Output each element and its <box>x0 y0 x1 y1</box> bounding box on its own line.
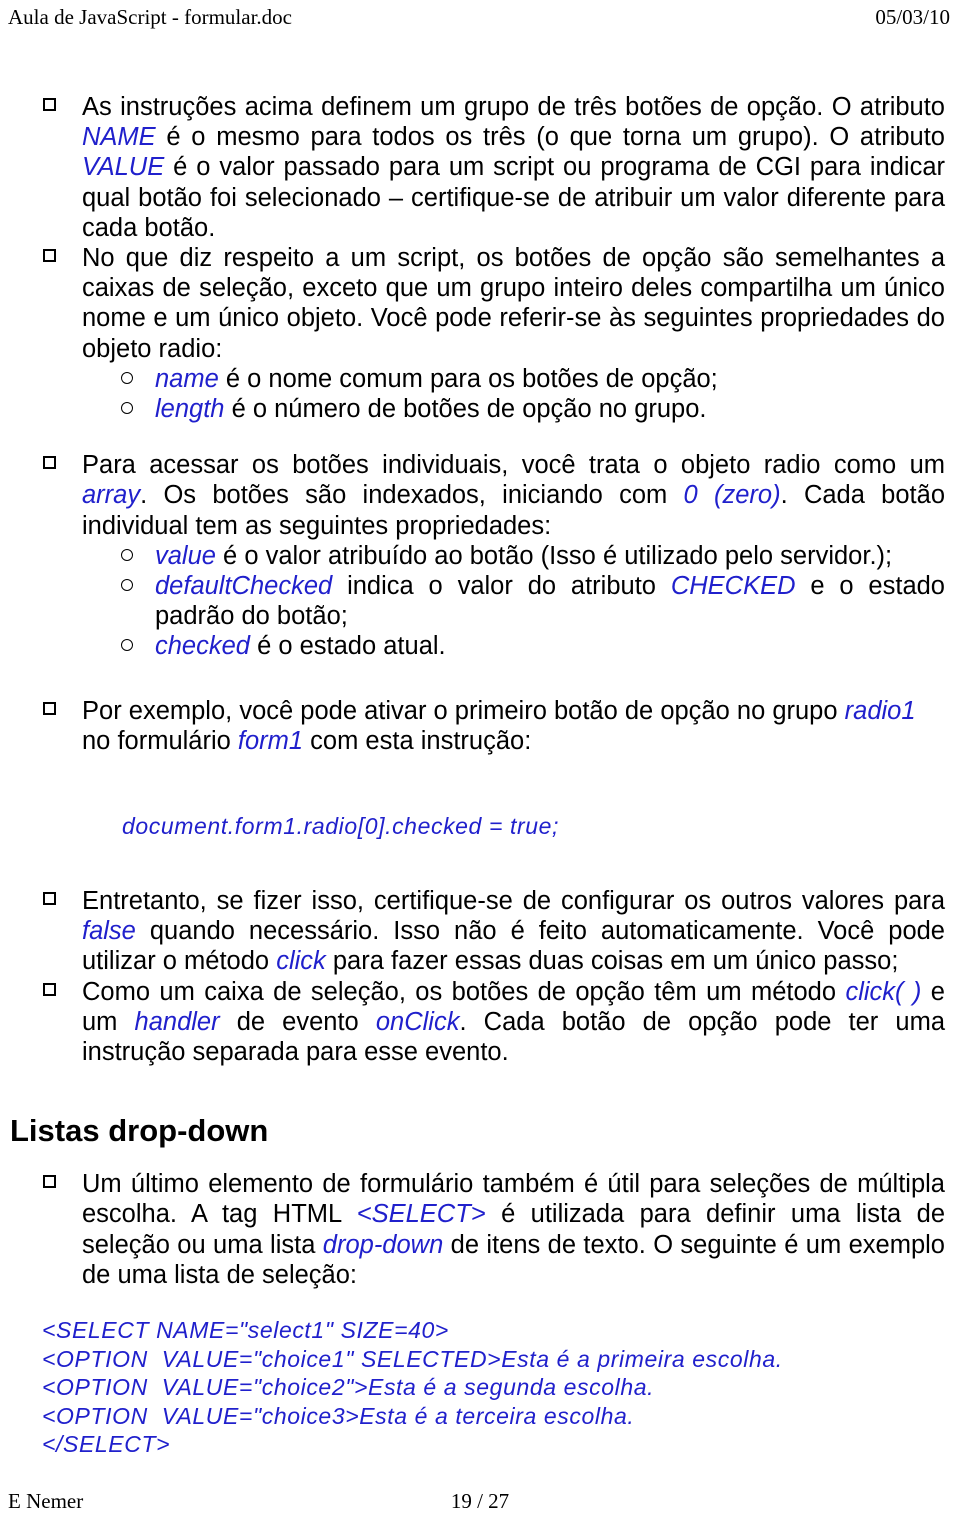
inline-code-click-method: click( ) <box>845 977 922 1006</box>
inline-code-length-prop: length <box>155 395 225 424</box>
inline-code-value: VALUE <box>82 153 165 182</box>
hollow-square-bullet-icon <box>43 1175 56 1189</box>
paragraph-text: As instruções acima definem um grupo de … <box>82 93 945 121</box>
document-content: As instruções acima definem um grupo de … <box>0 92 960 1459</box>
inline-code-form1: form1 <box>237 726 304 755</box>
paragraph-text: . Os botões são indexados, iniciando com <box>140 481 684 510</box>
inline-code-handler: handler <box>134 1007 220 1036</box>
hollow-square-bullet-icon <box>43 982 56 996</box>
hollow-square-bullet-icon <box>43 98 56 111</box>
hollow-square-bullet-icon <box>43 456 56 470</box>
paragraph-text: Para acessar os botões individuais, você… <box>82 451 945 480</box>
code-block-line: <OPTION VALUE="choice3>Esta é a terceira… <box>42 1402 635 1429</box>
paragraph-text: com esta instrução: <box>303 726 532 755</box>
paragraph-text: para fazer essas duas coisas em um único… <box>325 947 899 976</box>
list-item: Para acessar os botões individuais, você… <box>0 450 960 541</box>
code-block-line: <OPTION VALUE="choice2">Esta é a segunda… <box>42 1374 655 1401</box>
hollow-square-bullet-icon <box>43 892 56 906</box>
hollow-circle-bullet-icon <box>121 402 133 415</box>
code-block-line: <OPTION VALUE="choice1" SELECTED>Esta é … <box>42 1345 783 1372</box>
list-item: Um último elemento de formulário também … <box>0 1169 960 1290</box>
inline-code-zero: 0 (zero) <box>683 481 781 510</box>
hollow-circle-bullet-icon <box>121 548 133 561</box>
list-item: Como um caixa de seleção, os botões de o… <box>0 977 960 1068</box>
header-date: 05/03/10 <box>875 5 950 29</box>
paragraph-text: Por exemplo, você pode ativar o primeiro… <box>82 696 845 725</box>
code-statement: document.form1.radio[0].checked = true; <box>122 813 559 840</box>
paragraph-text: é o mesmo para todos os três (o que torn… <box>155 123 945 152</box>
inline-code-array: array <box>82 481 141 510</box>
code-block-line: <SELECT NAME="select1" SIZE=40> <box>42 1317 449 1344</box>
inline-code-dropdown: drop-down <box>322 1230 444 1259</box>
inline-code-name: NAME <box>82 123 156 152</box>
sub-list-item: name é o nome comum para os botões de op… <box>0 364 960 394</box>
paragraph-text: é o nome comum para os botões de opção; <box>218 364 718 393</box>
inline-code-checked-prop: checked <box>155 632 250 661</box>
paragraph-text: é o estado atual. <box>249 632 446 661</box>
section-heading: Listas drop-down <box>10 1113 269 1149</box>
code-block-line: </SELECT> <box>42 1431 171 1458</box>
paragraph-text: no formulário <box>82 726 238 755</box>
inline-code-name-prop: name <box>155 364 219 393</box>
sub-list-item: checked é o estado atual. <box>0 631 960 661</box>
paragraph-text: é o número de botões de opção no grupo. <box>224 395 707 424</box>
hollow-square-bullet-icon <box>43 249 56 263</box>
list-item: As instruções acima definem um grupo de … <box>0 92 960 243</box>
list-item: No que diz respeito a um script, os botõ… <box>0 243 960 364</box>
header-document-title: Aula de JavaScript - formular.doc <box>8 5 292 29</box>
list-item: Entretanto, se fizer isso, certifique-se… <box>0 886 960 977</box>
paragraph-text: é o valor atribuído ao botão (Isso é uti… <box>215 541 893 570</box>
inline-code-checked-attr: CHECKED <box>670 572 796 601</box>
list-item: Por exemplo, você pode ativar o primeiro… <box>0 696 960 756</box>
page-footer: E Nemer 19 / 27 <box>0 1488 960 1516</box>
hollow-circle-bullet-icon <box>121 639 133 652</box>
footer-page-number: 19 / 27 <box>450 1489 510 1513</box>
sub-list-item: length é o número de botões de opção no … <box>0 394 960 424</box>
inline-code-click: click <box>276 947 326 976</box>
hollow-circle-bullet-icon <box>121 371 133 384</box>
paragraph-text: Como um caixa de seleção, os botões de o… <box>82 977 846 1006</box>
inline-code-onclick: onClick <box>375 1007 460 1036</box>
paragraph-text: é o valor passado para um script ou prog… <box>82 153 945 242</box>
hollow-circle-bullet-icon <box>121 579 133 592</box>
inline-code-select-tag: <SELECT> <box>356 1200 486 1229</box>
sub-list-item: value é o valor atribuído ao botão (Isso… <box>0 541 960 571</box>
inline-code-defaultchecked-prop: defaultChecked <box>155 572 333 601</box>
inline-code-value-prop: value <box>155 541 216 570</box>
hollow-square-bullet-icon <box>43 701 56 715</box>
paragraph-text: No que diz respeito a um script, os botõ… <box>82 244 945 363</box>
paragraph-text: indica o valor do atributo <box>332 572 671 601</box>
page-header: Aula de JavaScript - formular.doc 05/03/… <box>0 4 960 34</box>
inline-code-radio1: radio1 <box>844 696 916 725</box>
sub-list-item: defaultChecked indica o valor do atribut… <box>0 571 960 631</box>
code-block: <SELECT NAME="select1" SIZE=40> <OPTION … <box>0 1316 960 1459</box>
inline-code-false: false <box>82 917 136 946</box>
paragraph-text: de evento <box>219 1007 376 1036</box>
paragraph-text: Entretanto, se fizer isso, certifique-se… <box>82 887 945 916</box>
